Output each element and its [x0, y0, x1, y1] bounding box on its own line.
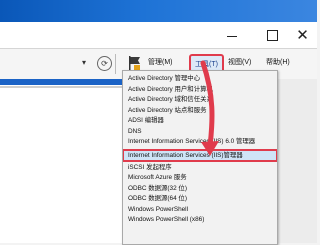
- annotation-arrow-icon: [200, 60, 219, 156]
